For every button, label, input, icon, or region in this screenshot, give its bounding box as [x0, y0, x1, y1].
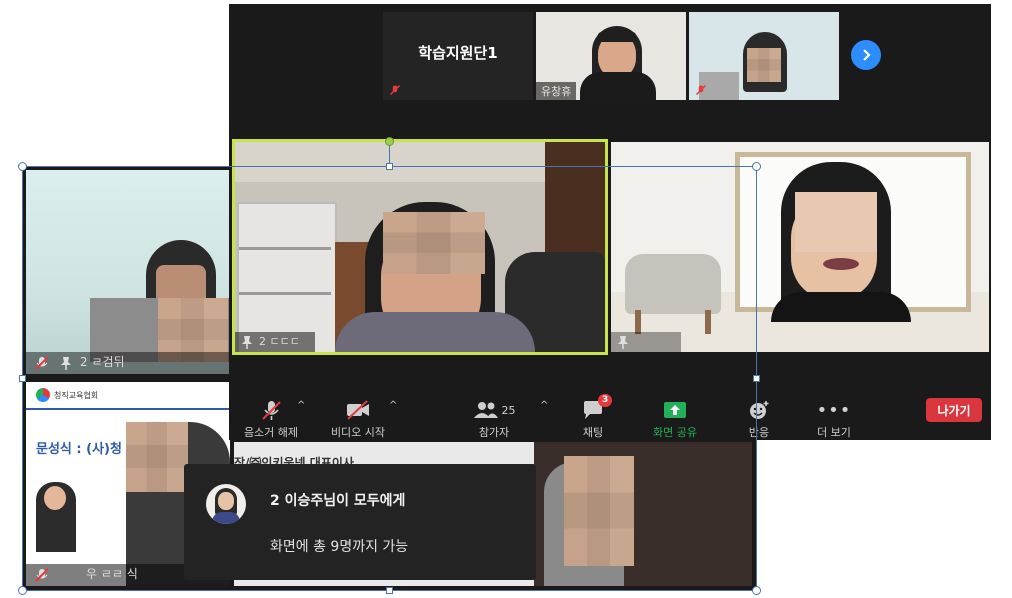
chat-notification-popup[interactable]: 2 이승주님이 모두에게 화면에 총 9명까지 가능: [184, 464, 536, 580]
reactions-button[interactable]: 반응: [719, 398, 799, 440]
more-button[interactable]: ••• 더 보기: [794, 398, 874, 440]
participants-label: 참가자: [478, 426, 510, 439]
start-video-button[interactable]: 비디오 시작: [318, 398, 398, 440]
blurred-face: [383, 212, 485, 274]
start-video-label: 비디오 시작: [330, 426, 386, 439]
resize-handle-bottom-left[interactable]: [18, 586, 27, 595]
mic-muted-icon: [389, 84, 401, 96]
active-speaker-tile[interactable]: 2 ㄷㄷㄷ: [232, 139, 608, 355]
share-screen-icon: [664, 402, 686, 418]
mic-muted-icon: [262, 401, 281, 420]
more-icon: •••: [816, 399, 852, 421]
thumbnail-video-1[interactable]: 유창휴: [536, 12, 686, 100]
leave-button[interactable]: 나가기: [926, 398, 982, 422]
reactions-label: 반응: [748, 426, 770, 439]
tile-name-label: 2 ㄹ검뒤: [80, 355, 125, 369]
mic-muted-icon: [35, 568, 49, 582]
participants-count: 25: [501, 403, 516, 417]
chat-label: 채팅: [582, 426, 604, 439]
resize-handle-top-right[interactable]: [752, 162, 761, 171]
front-zoom-window: 학습지원단1 유창휴 2 ㄷㄷㄷ 음소거 해제 ^ 비디오 시작 ^ 25 참가…: [229, 4, 991, 440]
video-off-icon: [347, 400, 369, 420]
reactions-icon: [750, 401, 769, 419]
participants-options-caret[interactable]: ^: [540, 400, 548, 411]
unmute-label: 음소거 해제: [243, 426, 299, 439]
participants-icon: [473, 402, 498, 418]
video-tile-right[interactable]: [611, 142, 989, 352]
blurred-face: [795, 192, 877, 252]
resize-handle-right[interactable]: [753, 375, 760, 382]
participants-button[interactable]: 25 참가자: [454, 398, 534, 440]
chat-sender: 2 이승주님이 모두에게: [270, 493, 406, 509]
resize-handle-left[interactable]: [19, 375, 26, 382]
slide-title: 문성식 : (사)청: [36, 442, 122, 457]
org-name: 청직교육협회: [54, 390, 99, 400]
avatar: [206, 484, 246, 524]
pin-icon: [242, 336, 252, 349]
more-label: 더 보기: [817, 426, 851, 439]
resize-handle-top-left[interactable]: [18, 162, 27, 171]
resize-handle-bottom-right[interactable]: [752, 586, 761, 595]
thumbnail-name: 유창휴: [536, 82, 577, 100]
chat-button[interactable]: 3 채팅: [553, 394, 633, 440]
pin-icon: [61, 357, 71, 370]
chevron-right-icon: [863, 49, 871, 61]
video-tile-woman: 2 ㄹ검뒤: [26, 170, 230, 374]
video-options-caret[interactable]: ^: [389, 400, 397, 411]
leave-label: 나가기: [937, 403, 971, 418]
armchair: [625, 254, 721, 314]
resize-handle-top[interactable]: [386, 163, 393, 170]
rotation-handle[interactable]: [385, 137, 394, 146]
meeting-toolbar: 음소거 해제 ^ 비디오 시작 ^ 25 참가자 ^ 3 채팅 화면 공유 반응…: [229, 392, 991, 440]
audio-options-caret[interactable]: ^: [297, 400, 305, 411]
tile-name-label: 2 ㄷㄷㄷ: [259, 335, 300, 348]
thumbnail-strip: 학습지원단1 유창휴: [229, 4, 991, 104]
share-screen-button[interactable]: 화면 공유: [635, 398, 715, 440]
thumbnail-name-label: 학습지원단1: [418, 44, 498, 62]
chat-message: 화면에 총 9명까지 가능: [270, 539, 409, 555]
resize-handle-bottom[interactable]: [386, 587, 393, 594]
org-logo: [36, 388, 50, 402]
mic-muted-icon: [695, 84, 707, 96]
tile-name-label: 우 ㄹㄹ 식: [86, 567, 138, 581]
next-page-button[interactable]: [851, 40, 881, 70]
pin-icon: [618, 336, 628, 349]
chat-badge: 3: [598, 394, 613, 407]
mic-muted-icon: [35, 356, 49, 370]
thumbnail-video-2[interactable]: [689, 12, 839, 100]
share-screen-label: 화면 공유: [653, 426, 697, 439]
thumbnail-name-only[interactable]: 학습지원단1: [383, 12, 533, 100]
